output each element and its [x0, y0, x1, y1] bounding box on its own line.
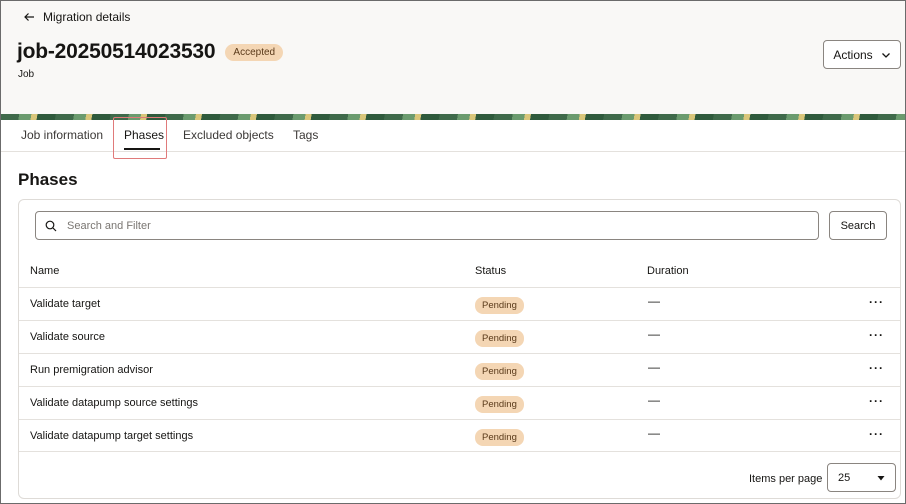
duration-value: — — [648, 426, 660, 440]
tab-excluded-objects[interactable]: Excluded objects — [183, 128, 274, 142]
duration-value: — — [648, 393, 660, 407]
status-pill: Pending — [475, 396, 524, 413]
tab-tags[interactable]: Tags — [293, 128, 318, 142]
caret-down-icon — [877, 475, 885, 480]
column-header-duration: Duration — [647, 265, 689, 277]
more-horizontal-icon[interactable]: ··· — [869, 295, 884, 309]
items-per-page-value: 25 — [838, 471, 851, 484]
column-header-status: Status — [475, 265, 507, 277]
more-horizontal-icon[interactable]: ··· — [869, 427, 884, 441]
tab-phases[interactable]: Phases — [124, 128, 164, 142]
more-horizontal-icon[interactable]: ··· — [869, 361, 884, 375]
page-header: Migration details job-20250514023530 Acc… — [1, 1, 905, 114]
back-link-label: Migration details — [43, 10, 131, 24]
search-button[interactable]: Search — [829, 211, 887, 240]
status-pill: Pending — [475, 330, 524, 347]
chevron-down-icon — [881, 52, 890, 58]
section-title: Phases — [18, 170, 78, 189]
phases-card: Search Name Status Duration Validate tar… — [18, 199, 901, 499]
page-title: job-20250514023530 — [17, 40, 216, 63]
tab-bar: Job information Phases Excluded objects … — [1, 120, 905, 152]
column-header-name: Name — [30, 265, 60, 277]
items-per-page-select[interactable]: 25 — [827, 463, 896, 492]
table-row[interactable]: Validate source Pending — ··· — [19, 320, 900, 353]
title-row: job-20250514023530 Accepted — [17, 40, 284, 64]
tab-job-information[interactable]: Job information — [21, 128, 103, 142]
table-row[interactable]: Validate datapump source settings Pendin… — [19, 386, 900, 419]
arrow-left-icon — [24, 13, 34, 21]
status-pill: Pending — [475, 363, 524, 380]
actions-button[interactable]: Actions — [823, 40, 901, 69]
search-field[interactable] — [35, 211, 819, 240]
phase-name: Validate datapump source settings — [30, 397, 198, 409]
items-per-page-label: Items per page — [749, 473, 823, 485]
phase-name: Validate source — [30, 331, 106, 343]
more-horizontal-icon[interactable]: ··· — [869, 394, 884, 408]
status-pill: Pending — [475, 429, 524, 446]
page-subtitle: Job — [18, 69, 35, 80]
search-input[interactable] — [67, 219, 767, 232]
duration-value: — — [648, 327, 660, 341]
table-row[interactable]: Validate target Pending — ··· — [19, 287, 900, 320]
search-icon — [45, 220, 57, 231]
phase-name: Validate target — [30, 298, 101, 310]
duration-value: — — [648, 360, 660, 374]
status-pill: Pending — [475, 297, 524, 314]
window-frame: Migration details job-20250514023530 Acc… — [0, 0, 906, 504]
more-horizontal-icon[interactable]: ··· — [869, 328, 884, 342]
active-tab-indicator — [124, 148, 160, 150]
table-row[interactable]: Run premigration advisor Pending — ··· — [19, 353, 900, 386]
phase-name: Validate datapump target settings — [30, 430, 194, 442]
status-badge: Accepted — [225, 43, 284, 61]
actions-button-label: Actions — [833, 47, 873, 62]
table-row[interactable]: Validate datapump target settings Pendin… — [19, 419, 900, 452]
phase-name: Run premigration advisor — [30, 364, 153, 376]
duration-value: — — [648, 294, 660, 308]
back-link[interactable]: Migration details — [23, 10, 130, 24]
